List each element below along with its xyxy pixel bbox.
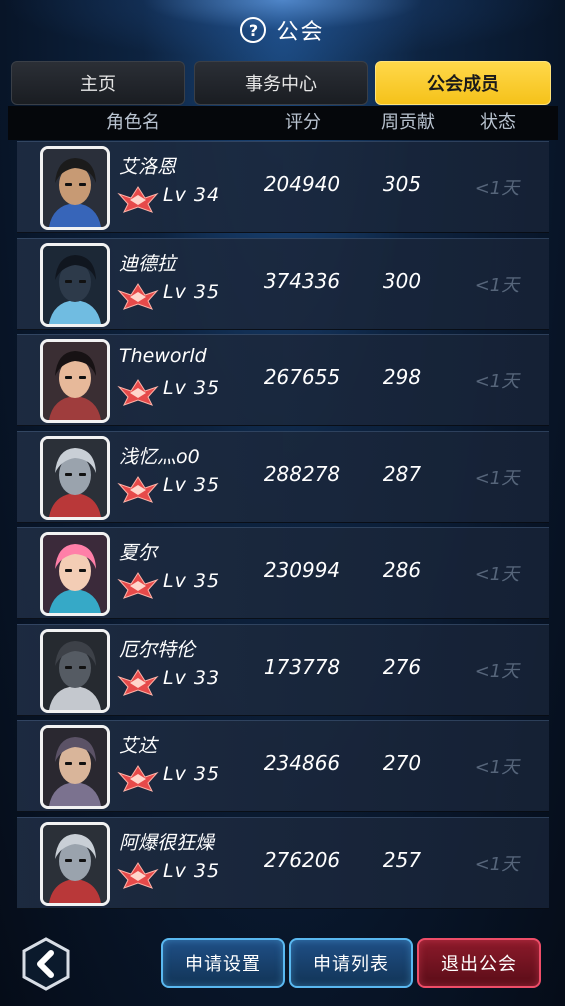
- member-score: 234866: [263, 751, 341, 775]
- member-status: <1天: [474, 660, 520, 682]
- column-header-weekly[interactable]: 周贡献: [363, 106, 453, 140]
- rank-emblem-icon: [117, 668, 159, 696]
- member-name: 迪德拉: [119, 252, 177, 275]
- member-level: Lv 35: [163, 377, 221, 399]
- member-score: 374336: [263, 268, 341, 293]
- member-name: 夏尔: [119, 542, 158, 564]
- apply-list-button[interactable]: 申请列表: [289, 938, 413, 988]
- member-status: <1天: [474, 178, 520, 199]
- member-status: <1天: [474, 274, 520, 296]
- member-row[interactable]: 艾达 Lv 35 234866 270 <1天: [17, 720, 549, 812]
- member-weekly-contribution: 298: [382, 365, 422, 389]
- member-weekly-contribution: 300: [382, 268, 422, 293]
- back-button[interactable]: [19, 937, 73, 991]
- tab-bar: 主页 事务中心 公会成员: [11, 61, 551, 105]
- member-name: 厄尔特伦: [119, 638, 196, 661]
- member-level: Lv 35: [163, 280, 221, 303]
- member-row[interactable]: 厄尔特伦 Lv 33 173778 276 <1天: [17, 623, 549, 716]
- member-level: Lv 35: [163, 473, 221, 496]
- rank-emblem-icon: [117, 282, 159, 310]
- member-row[interactable]: Theworld Lv 35 267655 298 <1天: [17, 334, 549, 426]
- help-icon[interactable]: ?: [240, 17, 267, 43]
- avatar[interactable]: [40, 725, 110, 809]
- title-bar: ? 公会: [0, 10, 565, 50]
- rank-emblem-icon: [117, 475, 159, 503]
- member-level: Lv 35: [163, 570, 221, 592]
- member-name: 浅忆灬o0: [119, 445, 200, 468]
- avatar[interactable]: [40, 821, 110, 906]
- rank-emblem-icon: [117, 572, 159, 599]
- member-level: Lv 35: [163, 859, 221, 882]
- member-name: 阿爆很狂燥: [119, 831, 215, 854]
- rank-emblem-icon: [117, 186, 159, 213]
- member-row[interactable]: 夏尔 Lv 35 230994 286 <1天: [17, 527, 549, 619]
- member-score: 288278: [263, 461, 341, 486]
- member-weekly-contribution: 287: [382, 461, 422, 486]
- avatar[interactable]: [40, 146, 110, 230]
- member-status: <1天: [474, 371, 520, 392]
- apply-settings-button[interactable]: 申请设置: [161, 938, 285, 988]
- column-header-score[interactable]: 评分: [263, 106, 343, 140]
- member-weekly-contribution: 270: [382, 751, 422, 775]
- member-score: 230994: [263, 558, 341, 582]
- rank-emblem-icon: [117, 861, 159, 889]
- avatar[interactable]: [40, 628, 110, 713]
- rank-emblem-icon: [117, 765, 159, 792]
- member-score: 173778: [263, 654, 341, 679]
- member-status: <1天: [474, 757, 520, 778]
- avatar[interactable]: [40, 435, 110, 520]
- avatar[interactable]: [40, 532, 110, 616]
- member-table-header: 角色名 评分 周贡献 状态: [8, 106, 558, 140]
- member-level: Lv 35: [163, 763, 221, 785]
- member-level: Lv 33: [163, 666, 221, 689]
- column-header-status[interactable]: 状态: [463, 106, 533, 140]
- column-header-name[interactable]: 角色名: [88, 106, 178, 140]
- member-status: <1天: [474, 467, 520, 489]
- member-weekly-contribution: 305: [382, 172, 422, 196]
- member-weekly-contribution: 286: [382, 558, 422, 582]
- member-name: 艾达: [119, 735, 158, 757]
- member-name: Theworld: [119, 345, 207, 367]
- tab-home[interactable]: 主页: [11, 61, 185, 105]
- quit-guild-button[interactable]: 退出公会: [417, 938, 541, 988]
- avatar[interactable]: [40, 242, 110, 327]
- member-level: Lv 34: [163, 184, 221, 206]
- member-score: 276206: [263, 847, 341, 872]
- member-row[interactable]: 阿爆很狂燥 Lv 35 276206 257 <1天: [17, 816, 549, 909]
- avatar[interactable]: [40, 339, 110, 423]
- member-row[interactable]: 迪德拉 Lv 35 374336 300 <1天: [17, 237, 549, 330]
- member-row[interactable]: 浅忆灬o0 Lv 35 288278 287 <1天: [17, 430, 549, 523]
- member-weekly-contribution: 276: [382, 654, 422, 679]
- member-status: <1天: [474, 853, 520, 875]
- member-score: 267655: [263, 365, 341, 389]
- member-score: 204940: [263, 172, 341, 196]
- member-weekly-contribution: 257: [382, 847, 422, 872]
- member-name: 艾洛恩: [119, 156, 177, 178]
- tab-affairs-center[interactable]: 事务中心: [194, 61, 368, 105]
- member-status: <1天: [474, 564, 520, 585]
- page-title: 公会: [276, 20, 325, 45]
- member-row[interactable]: 艾洛恩 Lv 34 204940 305 <1天: [17, 141, 549, 233]
- tab-guild-members[interactable]: 公会成员: [375, 61, 551, 105]
- rank-emblem-icon: [117, 379, 159, 406]
